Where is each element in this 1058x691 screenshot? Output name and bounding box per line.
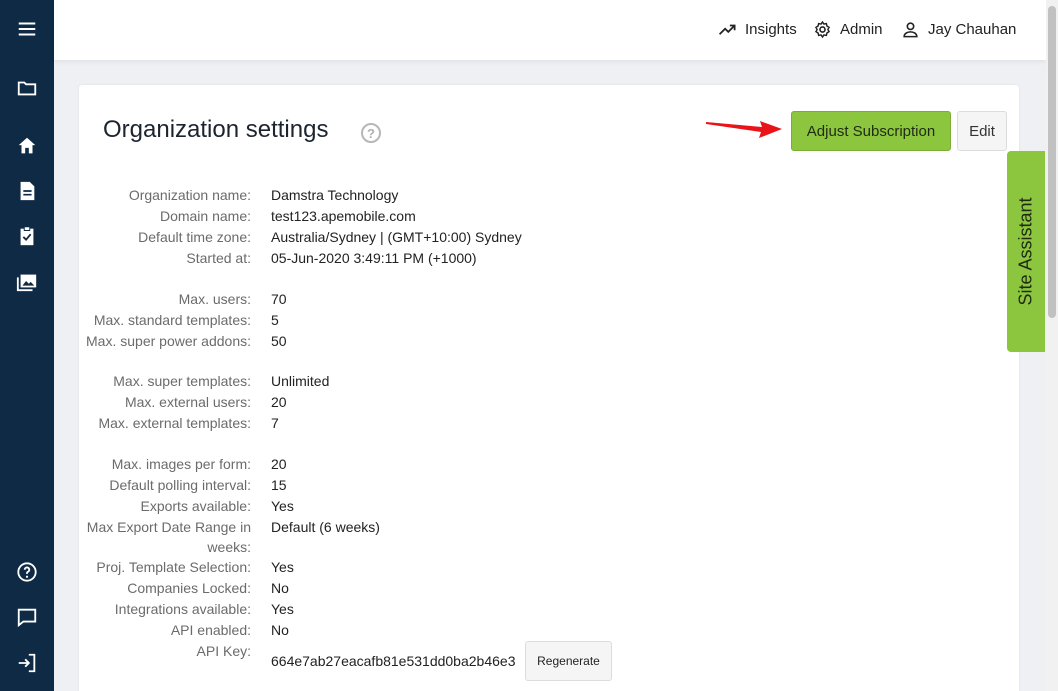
user-menu[interactable]: Jay Chauhan: [901, 18, 1016, 40]
site-assistant-tab[interactable]: Site Assistant: [1007, 151, 1045, 352]
page-scrollbar[interactable]: [1046, 0, 1058, 691]
home-icon[interactable]: [15, 134, 39, 158]
detail-value: 05-Jun-2020 3:49:11 PM (+1000): [271, 250, 477, 266]
edit-button[interactable]: Edit: [957, 111, 1007, 151]
scrollbar-thumb[interactable]: [1048, 6, 1056, 318]
detail-label: Max. super power addons:: [86, 333, 251, 349]
detail-value: No: [271, 622, 289, 638]
detail-label: Integrations available:: [114, 601, 251, 617]
user-icon: [903, 21, 918, 37]
detail-label: Max. external users:: [124, 394, 251, 410]
document-icon[interactable]: [15, 179, 39, 203]
top-bar: [54, 0, 1046, 60]
detail-label: Max Export Date Range in weeks:: [86, 519, 251, 555]
gear-icon: [814, 20, 831, 38]
detail-label: Max. standard templates:: [93, 312, 251, 328]
adjust-subscription-button[interactable]: Adjust Subscription: [791, 111, 951, 151]
site-assistant-label: Site Assistant: [1015, 197, 1036, 306]
help-icon[interactable]: [15, 560, 39, 584]
detail-label: API enabled:: [170, 622, 251, 638]
detail-label: Max. super templates:: [113, 373, 251, 389]
detail-label: Proj. Template Selection:: [96, 559, 251, 575]
folder-icon[interactable]: [15, 76, 39, 100]
detail-label: API Key:: [196, 643, 251, 659]
detail-label: Max. users:: [178, 291, 251, 307]
detail-label: Max. images per form:: [111, 456, 251, 472]
detail-value: No: [271, 580, 289, 596]
detail-label: Domain name:: [159, 208, 251, 224]
api-key-value: 664e7ab27eacafb81e531dd0ba2b46e3: [271, 653, 516, 669]
detail-value: Damstra Technology: [271, 187, 399, 203]
detail-value: Australia/Sydney | (GMT+10:00) Sydney: [271, 229, 522, 245]
detail-value: 70: [271, 291, 287, 307]
menu-icon[interactable]: [15, 17, 39, 41]
detail-value: 20: [271, 394, 287, 410]
admin-label: Admin: [840, 20, 883, 38]
detail-label: Default polling interval:: [109, 477, 251, 493]
logout-icon[interactable]: [15, 651, 39, 675]
admin-link[interactable]: Admin: [813, 18, 883, 40]
regenerate-button[interactable]: Regenerate: [525, 641, 612, 681]
detail-value: Default (6 weeks): [271, 519, 380, 535]
detail-label: Max. external templates:: [98, 415, 251, 431]
insights-label: Insights: [745, 20, 797, 38]
images-icon[interactable]: [15, 269, 39, 293]
sidebar: [0, 0, 54, 691]
detail-value: 5: [271, 312, 279, 328]
detail-value: 7: [271, 415, 279, 431]
chat-icon[interactable]: [15, 605, 39, 629]
red-arrow-annotation: [706, 121, 782, 138]
detail-value: Yes: [271, 559, 294, 575]
detail-value: 50: [271, 333, 287, 349]
detail-value: Yes: [271, 601, 294, 617]
detail-label: Default time zone:: [138, 229, 251, 245]
detail-label: Organization name:: [128, 187, 251, 203]
trending-up-icon: [718, 24, 736, 35]
insights-link[interactable]: Insights: [718, 18, 797, 40]
detail-value: test123.apemobile.com: [271, 208, 416, 224]
detail-value: Unlimited: [271, 373, 330, 389]
detail-label: Started at:: [186, 250, 251, 266]
clipboard-check-icon[interactable]: [15, 224, 39, 248]
detail-label: Exports available:: [140, 498, 251, 514]
user-name: Jay Chauhan: [928, 20, 1017, 38]
detail-value: 20: [271, 456, 287, 472]
help-circle-icon[interactable]: ?: [361, 123, 381, 143]
detail-value: 15: [271, 477, 287, 493]
detail-value: Yes: [271, 498, 294, 514]
page-title: Organization settings: [103, 116, 329, 143]
detail-label: Companies Locked:: [127, 580, 251, 596]
